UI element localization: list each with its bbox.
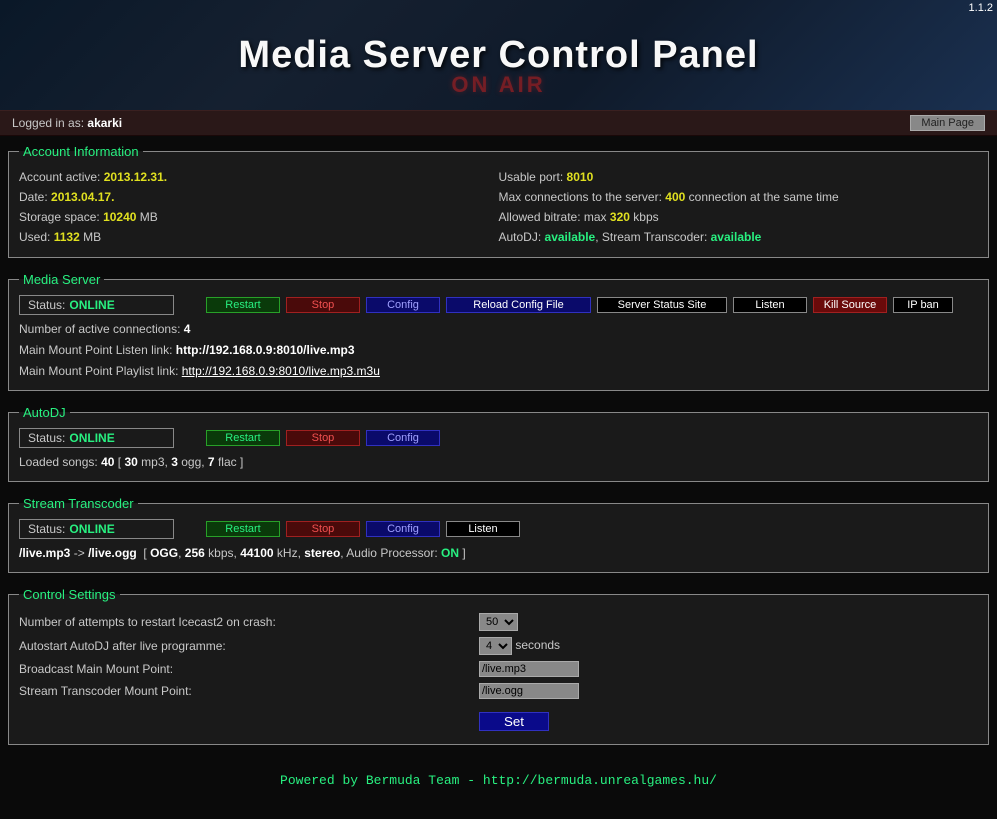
- autodj-legend: AutoDJ: [19, 405, 70, 420]
- media-stop-button[interactable]: Stop: [286, 297, 360, 313]
- footer-link[interactable]: http://bermuda.unrealgames.hu/: [483, 773, 717, 788]
- server-status-site-button[interactable]: Server Status Site: [597, 297, 727, 313]
- broadcast-mount-label: Broadcast Main Mount Point:: [19, 658, 479, 680]
- transcoder-mount-label: Stream Transcoder Mount Point:: [19, 680, 479, 702]
- transcoder-available: available: [711, 230, 762, 244]
- autostart-delay-select[interactable]: 4: [479, 637, 512, 655]
- transcoder-legend: Stream Transcoder: [19, 496, 138, 511]
- media-server-panel: Media Server Status: ONLINE Restart Stop…: [8, 272, 989, 391]
- account-date: 2013.04.17.: [51, 190, 114, 204]
- usable-port: 8010: [567, 170, 594, 184]
- transcoder-listen-button[interactable]: Listen: [446, 521, 520, 537]
- footer: Powered by Bermuda Team - http://bermuda…: [0, 767, 997, 794]
- account-info-legend: Account Information: [19, 144, 143, 159]
- set-button[interactable]: Set: [479, 712, 549, 731]
- media-server-legend: Media Server: [19, 272, 104, 287]
- ip-ban-button[interactable]: IP ban: [893, 297, 953, 313]
- media-reload-button[interactable]: Reload Config File: [446, 297, 591, 313]
- media-server-status: Status: ONLINE: [19, 295, 174, 315]
- header-banner: 1.1.2 Media Server Control Panel ON AIR: [0, 0, 997, 110]
- transcoder-restart-button[interactable]: Restart: [206, 521, 280, 537]
- control-settings-panel: Control Settings Number of attempts to r…: [8, 587, 989, 745]
- route-source: /live.mp3: [19, 546, 70, 560]
- loaded-songs-count: 40: [101, 455, 114, 469]
- transcoder-panel: Stream Transcoder Status: ONLINE Restart…: [8, 496, 989, 573]
- transcoder-config-button[interactable]: Config: [366, 521, 440, 537]
- broadcast-mount-input[interactable]: [479, 661, 579, 677]
- account-info-panel: Account Information Account active: 2013…: [8, 144, 989, 258]
- allowed-bitrate: 320: [610, 210, 630, 224]
- transcoder-mount-input[interactable]: [479, 683, 579, 699]
- playlist-link[interactable]: http://192.168.0.9:8010/live.mp3.m3u: [182, 364, 380, 378]
- media-listen-button[interactable]: Listen: [733, 297, 807, 313]
- account-active-date: 2013.12.31.: [104, 170, 167, 184]
- active-connections: 4: [184, 322, 191, 336]
- transcoder-stop-button[interactable]: Stop: [286, 521, 360, 537]
- kill-source-button[interactable]: Kill Source: [813, 297, 887, 313]
- page-title: Media Server Control Panel: [238, 34, 758, 77]
- autodj-panel: AutoDJ Status: ONLINE Restart Stop Confi…: [8, 405, 989, 482]
- autodj-stop-button[interactable]: Stop: [286, 430, 360, 446]
- storage-used: 1132: [54, 230, 80, 244]
- autodj-restart-button[interactable]: Restart: [206, 430, 280, 446]
- logged-in-text: Logged in as: akarki: [12, 116, 122, 130]
- restart-attempts-label: Number of attempts to restart Icecast2 o…: [19, 610, 479, 634]
- transcoder-status: Status: ONLINE: [19, 519, 174, 539]
- media-config-button[interactable]: Config: [366, 297, 440, 313]
- autostart-label: Autostart AutoDJ after live programme:: [19, 634, 479, 658]
- version-label: 1.1.2: [969, 2, 993, 14]
- login-bar: Logged in as: akarki Main Page: [0, 110, 997, 136]
- storage-space: 10240: [103, 210, 136, 224]
- route-dest: /live.ogg: [88, 546, 137, 560]
- restart-attempts-select[interactable]: 50: [479, 613, 518, 631]
- autodj-status: Status: ONLINE: [19, 428, 174, 448]
- main-page-button[interactable]: Main Page: [910, 115, 985, 131]
- media-restart-button[interactable]: Restart: [206, 297, 280, 313]
- autodj-available: available: [545, 230, 596, 244]
- autodj-config-button[interactable]: Config: [366, 430, 440, 446]
- control-settings-legend: Control Settings: [19, 587, 120, 602]
- username: akarki: [87, 116, 122, 130]
- listen-link: http://192.168.0.9:8010/live.mp3: [176, 343, 355, 357]
- audio-processor-status: ON: [441, 546, 459, 560]
- max-connections: 400: [665, 190, 685, 204]
- on-air-label: ON AIR: [451, 72, 545, 98]
